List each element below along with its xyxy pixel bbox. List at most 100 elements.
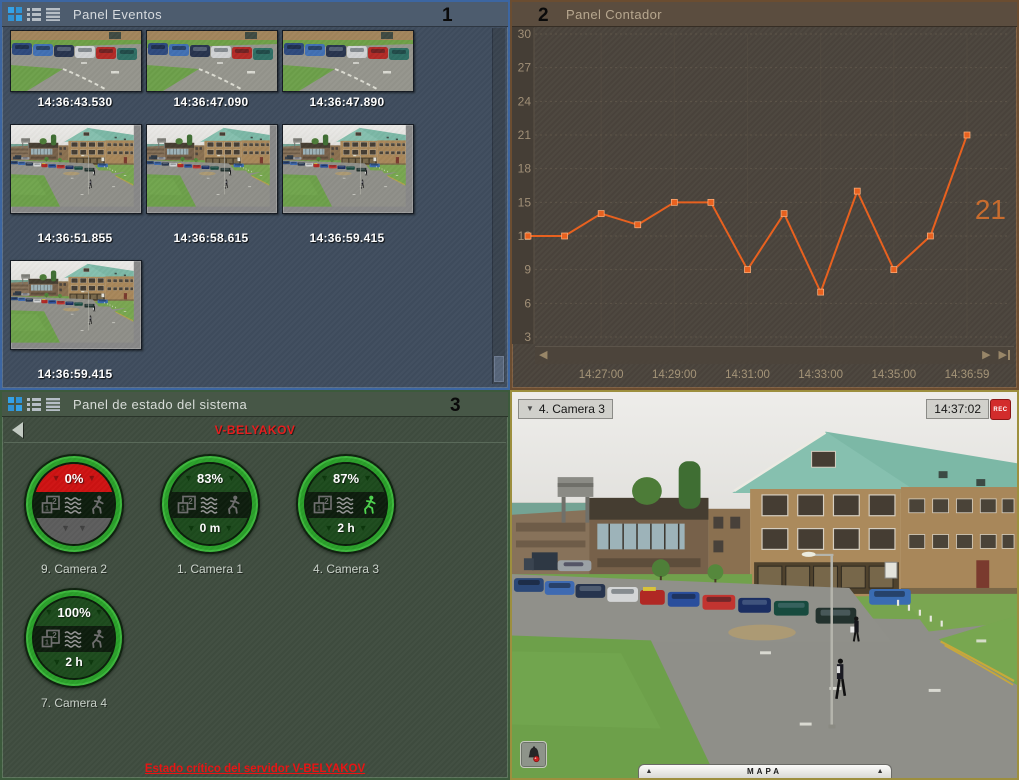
svg-text:27: 27 [518,61,532,75]
list-view-icon[interactable] [27,7,41,21]
camera-health-gauge[interactable]: ▼0%▼ ▼▼ 9. Camera 2 [24,454,124,576]
panel-title: Panel Contador [566,7,662,22]
svg-text:6: 6 [524,296,531,310]
stream-waves-icon [64,629,84,649]
event-thumbnail[interactable] [10,260,142,350]
map-drawer-toggle[interactable]: ▲ MAPA ▲ [638,764,892,778]
motion-detector-icon [223,495,243,515]
event-timestamp: 14:36:47.890 [282,95,412,109]
gauge-ring: ▼83%▼ ▼0 m▼ [160,454,260,554]
panel-title: Panel Eventos [73,7,162,22]
counter-current-value: 21 [975,194,1006,226]
panel-eventos: Panel Eventos 1 14:36:43.530 14:36:47.09… [0,0,510,390]
list-view-icon[interactable] [27,397,41,411]
counter-header: Panel Contador [512,2,1017,27]
event-snapshot [11,261,141,349]
gauge-camera-label: 1. Camera 1 [160,562,260,576]
event-snapshot [11,125,141,213]
recording-badge: REC [990,399,1011,420]
camera-name-dropdown[interactable]: ▼ 4. Camera 3 [518,399,613,419]
event-timestamp: 14:36:59.415 [10,367,140,381]
chart-scroll-right-icon[interactable]: ▶ [978,350,994,361]
chart-scroll-strip: ◀ ▶ ▶ [535,346,1014,364]
detail-view-icon[interactable] [46,7,60,21]
svg-text:14:36:59: 14:36:59 [945,369,990,381]
camera-view-panel[interactable]: ▼ 4. Camera 3 14:37:02 REC ▲ MAPA ▲ [510,390,1019,780]
event-thumbnail[interactable] [282,124,414,214]
status-subheader: V-BELYAKOV [4,418,506,443]
panel-title: Panel de estado del sistema [73,397,247,412]
status-header: Panel de estado del sistema [2,392,508,417]
motion-detector-icon [359,495,379,515]
stream-waves-icon [336,495,356,515]
event-snapshot [147,125,277,213]
event-snapshot [11,31,141,91]
gauge-ring: ▼0%▼ ▼▼ [24,454,124,554]
svg-text:14:35:00: 14:35:00 [871,369,916,381]
frame-rate-icon [313,495,333,515]
events-header: Panel Eventos [2,2,508,27]
alarm-bell-button[interactable] [520,741,547,768]
svg-text:9: 9 [524,263,531,277]
event-snapshot [147,31,277,91]
map-drawer-label: MAPA [659,767,869,776]
svg-text:15: 15 [518,195,532,209]
events-scrollbar[interactable] [492,28,505,384]
motion-detector-icon [87,629,107,649]
detail-view-icon[interactable] [46,397,60,411]
event-snapshot [283,125,413,213]
event-thumbnail[interactable] [282,30,414,92]
camera-health-gauge[interactable]: ▼83%▼ ▼0 m▼ 1. Camera 1 [160,454,260,576]
grid-view-icon[interactable] [8,7,22,21]
svg-text:18: 18 [518,162,532,176]
gauge-camera-label: 7. Camera 4 [24,696,124,710]
event-timestamp: 14:36:47.090 [146,95,276,109]
server-name: V-BELYAKOV [4,423,506,437]
grid-view-icon[interactable] [8,397,22,411]
camera-timestamp: 14:37:02 [926,399,989,419]
camera-health-gauge[interactable]: ▼87%▼ ▼2 h▼ 4. Camera 3 [296,454,396,576]
event-thumbnail[interactable] [146,124,278,214]
annotation-badge-3: 3 [450,396,461,415]
camera-health-gauge[interactable]: ▼100%▼ ▼2 h▼ 7. Camera 4 [24,588,124,710]
event-timestamp: 14:36:59.415 [282,231,412,245]
motion-detector-icon [87,495,107,515]
stream-waves-icon [200,495,220,515]
svg-text:3: 3 [524,330,531,344]
gauge-ring: ▼100%▼ ▼2 h▼ [24,588,124,688]
panel-estado-sistema: Panel de estado del sistema 3 V-BELYAKOV… [0,390,510,780]
camera-live-image[interactable] [512,392,1017,778]
chevron-up-icon: ▲ [870,768,891,775]
event-timestamp: 14:36:51.855 [10,231,140,245]
chevron-up-icon: ▲ [639,768,660,775]
event-thumbnail[interactable] [146,30,278,92]
camera-name-label: 4. Camera 3 [539,402,605,416]
event-timestamp: 14:36:43.530 [10,95,140,109]
counter-chart: 14:27:0014:29:0014:31:0014:33:0014:35:00… [512,2,1017,388]
critical-server-alert: Estado crítico del servidor V-BELYAKOV [2,763,508,775]
frame-rate-icon [177,495,197,515]
frame-rate-icon [41,629,61,649]
svg-text:30: 30 [518,27,532,41]
event-thumbnail[interactable] [10,124,142,214]
event-snapshot [283,31,413,91]
stream-waves-icon [64,495,84,515]
svg-text:14:27:00: 14:27:00 [579,369,624,381]
annotation-badge-1: 1 [442,6,453,25]
svg-text:14:31:00: 14:31:00 [725,369,770,381]
frame-rate-icon [41,495,61,515]
event-timestamp: 14:36:58.615 [146,231,276,245]
chart-jump-latest-icon[interactable]: ▶ [995,350,1014,361]
gauge-camera-label: 9. Camera 2 [24,562,124,576]
bell-icon [523,744,545,766]
svg-text:21: 21 [518,128,532,142]
surveillance-workspace: Panel Eventos 1 14:36:43.530 14:36:47.09… [0,0,1019,780]
chart-scroll-left-icon[interactable]: ◀ [535,350,551,361]
chevron-down-icon: ▼ [526,405,534,413]
svg-text:14:33:00: 14:33:00 [798,369,843,381]
events-scrollbar-thumb[interactable] [494,356,504,382]
annotation-badge-2: 2 [538,6,549,25]
event-thumbnail[interactable] [10,30,142,92]
gauge-ring: ▼87%▼ ▼2 h▼ [296,454,396,554]
svg-text:24: 24 [518,94,532,108]
